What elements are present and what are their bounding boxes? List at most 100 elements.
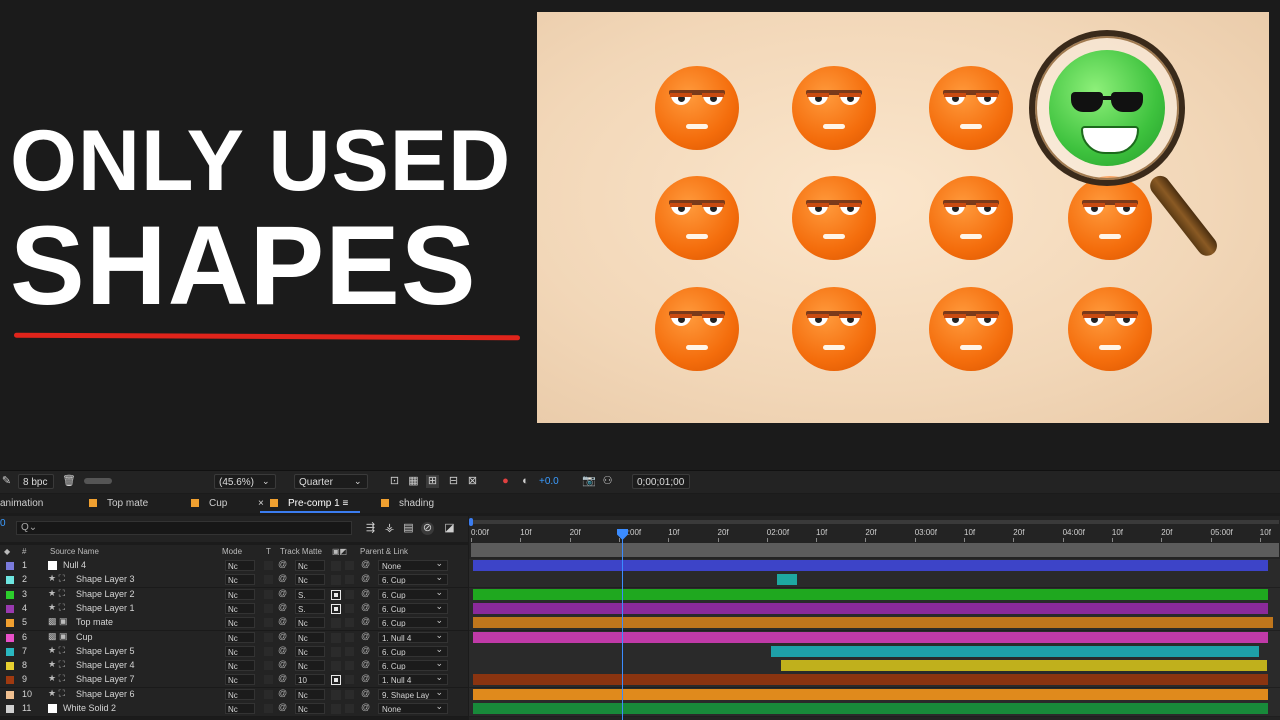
draft-3d-icon[interactable]: ⚶	[383, 522, 396, 535]
blend-mode-dropdown[interactable]: Nc	[225, 674, 255, 686]
layer-label-swatch[interactable]	[6, 647, 14, 656]
current-time-display[interactable]: 0	[0, 518, 6, 529]
preserve-transparency-toggle[interactable]	[264, 618, 273, 628]
layer-row[interactable]: 6 ▩ ▣ Cup Nc @ Nc @1. Null 4	[0, 630, 468, 646]
track-matte-pickwhip-icon[interactable]: @	[278, 659, 287, 669]
blend-mode-dropdown[interactable]: Nc	[225, 631, 255, 643]
tab-top-mate[interactable]: Top mate	[89, 497, 148, 511]
parent-dropdown[interactable]: 6. Cup	[378, 574, 448, 586]
layer-name[interactable]: Cup	[76, 632, 93, 642]
layer-name[interactable]: Null 4	[63, 560, 86, 570]
matte-alpha-toggle[interactable]	[331, 704, 341, 714]
layer-duration-bar[interactable]	[473, 674, 1269, 686]
parent-dropdown[interactable]: 9. Shape Lay	[378, 688, 448, 700]
matte-alpha-toggle[interactable]	[331, 561, 341, 571]
layer-label-swatch[interactable]	[6, 705, 14, 713]
matte-invert-toggle[interactable]	[345, 646, 354, 656]
work-area-bar[interactable]	[471, 543, 1279, 557]
track-matte-dropdown[interactable]: Nc	[295, 574, 325, 586]
layer-row[interactable]: 4 ★ ⛶ Shape Layer 1 Nc @ S. @6. Cup	[0, 601, 468, 617]
layer-name[interactable]: Shape Layer 4	[76, 660, 135, 670]
blend-mode-dropdown[interactable]: Nc	[225, 660, 255, 672]
blend-mode-dropdown[interactable]: Nc	[225, 560, 255, 571]
parent-dropdown[interactable]: 6. Cup	[378, 645, 448, 657]
matte-invert-toggle[interactable]	[345, 675, 354, 685]
matte-invert-toggle[interactable]	[345, 618, 354, 628]
tab-animation[interactable]: animation	[0, 497, 43, 511]
exposure-value[interactable]: +0.0	[539, 474, 559, 489]
layer-name[interactable]: Shape Layer 2	[76, 589, 135, 599]
preserve-transparency-toggle[interactable]	[264, 689, 273, 699]
preserve-transparency-toggle[interactable]	[264, 661, 273, 671]
layer-row[interactable]: 1 Null 4 Nc @ Nc @ None	[0, 559, 468, 574]
show-snapshot-icon[interactable]: ⚇	[601, 475, 614, 488]
frame-blending-icon[interactable]: ⊘	[421, 522, 434, 535]
matte-invert-toggle[interactable]	[345, 689, 354, 699]
preserve-transparency-toggle[interactable]	[264, 675, 273, 685]
track-matte-pickwhip-icon[interactable]: @	[278, 616, 287, 626]
exposure-reset-icon[interactable]: ◐	[519, 475, 532, 488]
parent-dropdown[interactable]: None	[378, 560, 448, 571]
transparency-grid-icon[interactable]: ▦	[407, 475, 420, 488]
track-matte-pickwhip-icon[interactable]: @	[278, 673, 287, 683]
layer-duration-bar[interactable]	[781, 660, 1267, 672]
preserve-transparency-toggle[interactable]	[264, 646, 273, 656]
layer-row[interactable]: 9 ★ ⛶ Shape Layer 7 Nc @10 @1. Null 4	[0, 673, 468, 689]
layer-row[interactable]: 8 ★ ⛶ Shape Layer 4 Nc @ Nc @6. Cup	[0, 659, 468, 675]
layer-name[interactable]: White Solid 2	[63, 703, 116, 713]
parent-pickwhip-icon[interactable]: @	[361, 631, 370, 641]
shy-layers-icon[interactable]: ▤	[402, 522, 415, 535]
layer-row[interactable]: 10 ★ ⛶ Shape Layer 6 Nc @ Nc @9. Shape Lay	[0, 687, 468, 703]
blend-mode-dropdown[interactable]: Nc	[225, 703, 255, 714]
matte-alpha-toggle[interactable]	[331, 589, 341, 600]
layer-row[interactable]: 3 ★ ⛶ Shape Layer 2 Nc @ S. @6. Cup	[0, 587, 468, 603]
blend-mode-dropdown[interactable]: Nc	[225, 645, 255, 657]
track-matte-pickwhip-icon[interactable]: @	[278, 631, 287, 641]
parent-pickwhip-icon[interactable]: @	[361, 688, 370, 698]
comp-flowchart-icon[interactable]: ⇶	[364, 522, 377, 535]
region-of-interest-icon[interactable]: ⊡	[388, 475, 401, 488]
layer-duration-bar[interactable]	[771, 645, 1259, 657]
blend-mode-dropdown[interactable]: Nc	[225, 588, 255, 600]
layer-name[interactable]: Shape Layer 7	[76, 674, 135, 684]
track-matte-dropdown[interactable]: Nc	[295, 631, 325, 643]
playhead-line[interactable]	[622, 531, 623, 720]
current-timecode[interactable]: 0;00;01;00	[632, 474, 690, 489]
layer-duration-bar[interactable]	[473, 588, 1269, 600]
guides-icon[interactable]: ⊟	[447, 475, 460, 488]
track-matte-pickwhip-icon[interactable]: @	[278, 573, 287, 583]
blend-mode-dropdown[interactable]: Nc	[225, 574, 255, 586]
track-matte-dropdown[interactable]: Nc	[295, 688, 325, 700]
parent-dropdown[interactable]: None	[378, 703, 448, 714]
3d-view-icon[interactable]: ⊠	[466, 475, 479, 488]
parent-dropdown[interactable]: 6. Cup	[378, 660, 448, 672]
track-matte-pickwhip-icon[interactable]: @	[278, 645, 287, 655]
brush-icon[interactable]: ✎	[0, 475, 13, 488]
matte-invert-toggle[interactable]	[345, 603, 354, 613]
track-matte-dropdown[interactable]: S.	[295, 588, 325, 600]
layer-label-swatch[interactable]	[6, 604, 14, 613]
parent-pickwhip-icon[interactable]: @	[361, 573, 370, 583]
blend-mode-dropdown[interactable]: Nc	[225, 688, 255, 700]
preserve-transparency-toggle[interactable]	[264, 589, 273, 599]
layer-label-swatch[interactable]	[6, 562, 14, 570]
parent-dropdown[interactable]: 1. Null 4	[378, 631, 448, 643]
parent-pickwhip-icon[interactable]: @	[361, 559, 370, 569]
layer-label-swatch[interactable]	[6, 590, 14, 599]
parent-dropdown[interactable]: 6. Cup	[378, 588, 448, 600]
preserve-transparency-toggle[interactable]	[264, 603, 273, 613]
track-matte-dropdown[interactable]: S.	[295, 602, 325, 614]
parent-pickwhip-icon[interactable]: @	[361, 702, 370, 712]
matte-alpha-toggle[interactable]	[331, 661, 341, 672]
track-matte-dropdown[interactable]: 10	[295, 674, 325, 686]
composition-preview[interactable]	[537, 12, 1269, 423]
matte-alpha-toggle[interactable]	[331, 689, 341, 700]
track-matte-dropdown[interactable]: Nc	[295, 703, 325, 714]
matte-invert-toggle[interactable]	[345, 661, 354, 671]
parent-pickwhip-icon[interactable]: @	[361, 602, 370, 612]
track-matte-dropdown[interactable]: Nc	[295, 645, 325, 657]
layer-label-swatch[interactable]	[6, 662, 14, 671]
matte-alpha-toggle[interactable]	[331, 575, 341, 586]
parent-pickwhip-icon[interactable]: @	[361, 659, 370, 669]
column-source-name[interactable]: Source Name	[50, 547, 99, 556]
